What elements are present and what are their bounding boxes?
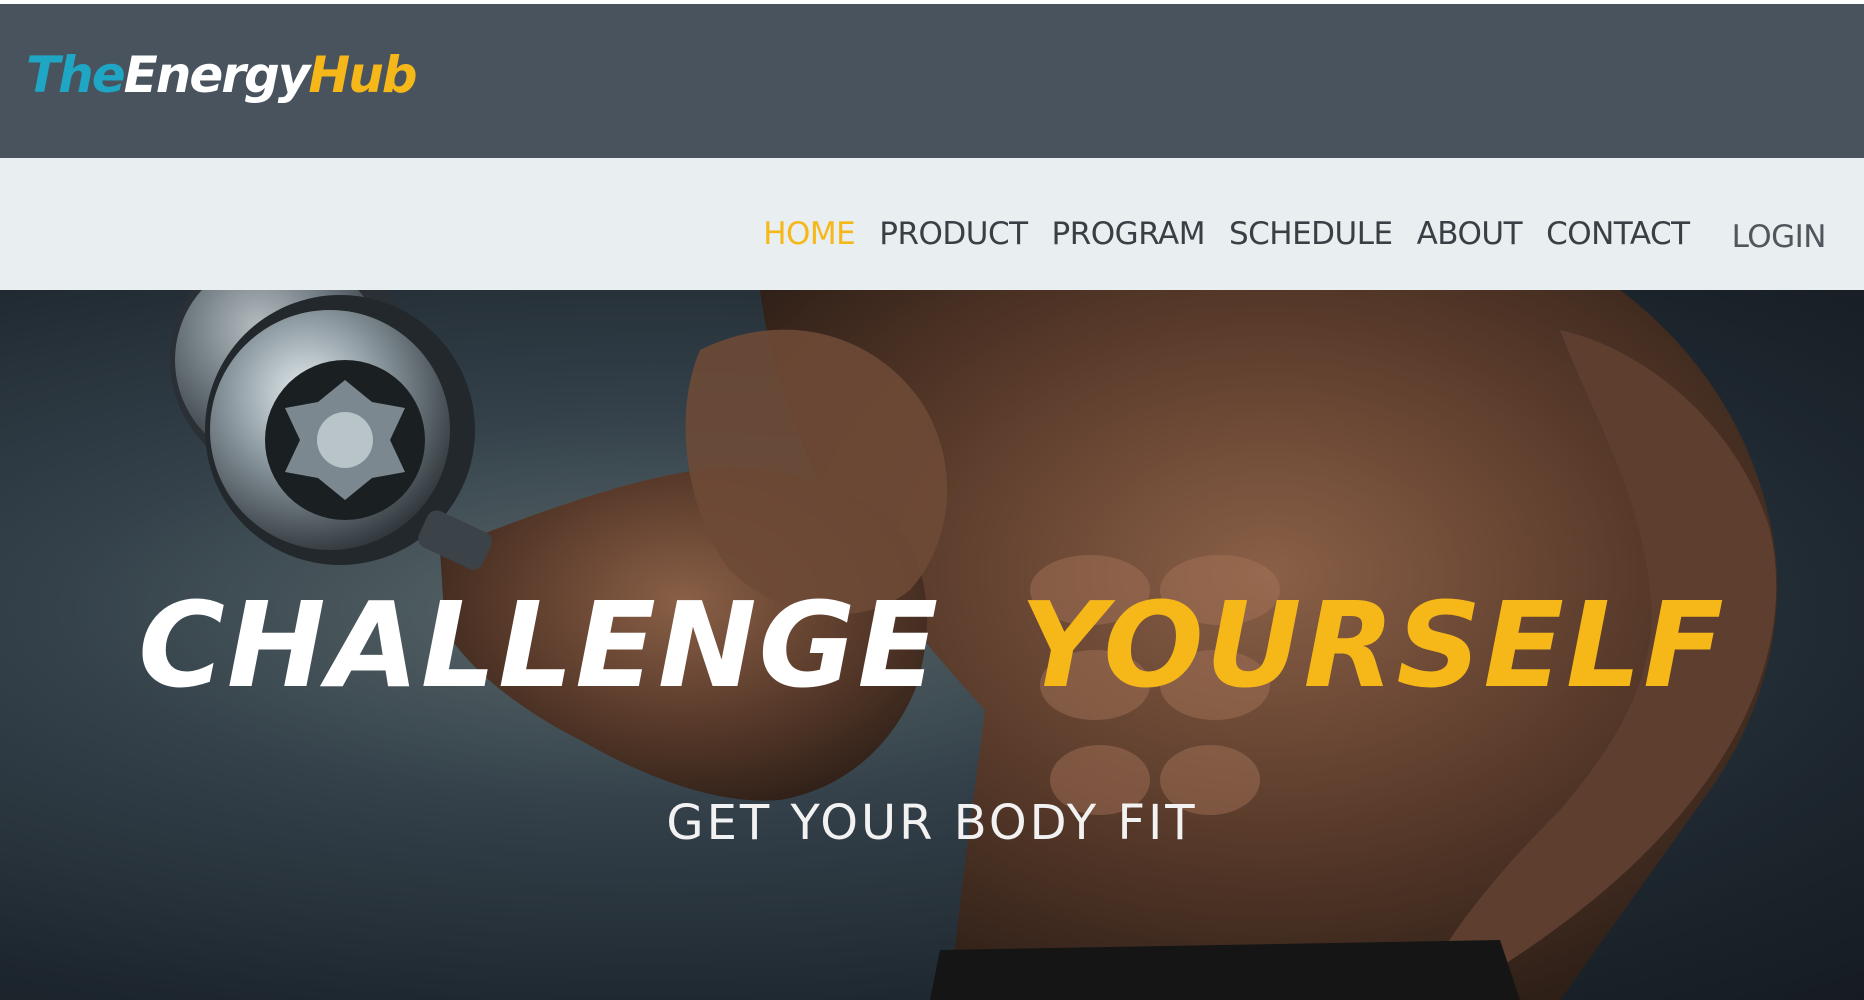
nav-menu: HOME PRODUCT PROGRAM SCHEDULE ABOUT CONT… [739, 213, 1827, 255]
nav-item-about[interactable]: ABOUT [1417, 216, 1523, 252]
main-navigation: HOME PRODUCT PROGRAM SCHEDULE ABOUT CONT… [0, 158, 1864, 290]
nav-item-program[interactable]: PROGRAM [1052, 216, 1206, 252]
headline-word-challenge: CHALLENGE [138, 576, 941, 714]
brand-header: TheEnergyHub [0, 0, 1864, 158]
nav-item-product[interactable]: PRODUCT [879, 216, 1028, 252]
page: TheEnergyHub HOME PRODUCT PROGRAM SCHEDU… [0, 0, 1864, 1000]
nav-item-home[interactable]: HOME [763, 216, 856, 252]
hero-banner: CHALLENGE YOURSELF GET YOUR BODY FIT [0, 290, 1864, 1000]
logo-text-energy: Energy [123, 46, 311, 104]
login-link[interactable]: LOGIN [1732, 213, 1827, 255]
hero-headline: CHALLENGE YOURSELF [0, 586, 1864, 704]
logo-text-hub: Hub [308, 46, 417, 104]
athlete-shorts [930, 940, 1520, 1000]
hero-subheadline: GET YOUR BODY FIT [666, 795, 1198, 851]
logo-text-the: The [26, 46, 126, 104]
headline-word-yourself: YOURSELF [1020, 576, 1726, 714]
dumbbell-graphic [170, 290, 492, 570]
nav-item-contact[interactable]: CONTACT [1546, 216, 1690, 252]
nav-item-schedule[interactable]: SCHEDULE [1229, 216, 1393, 252]
site-logo[interactable]: TheEnergyHub [26, 50, 418, 100]
